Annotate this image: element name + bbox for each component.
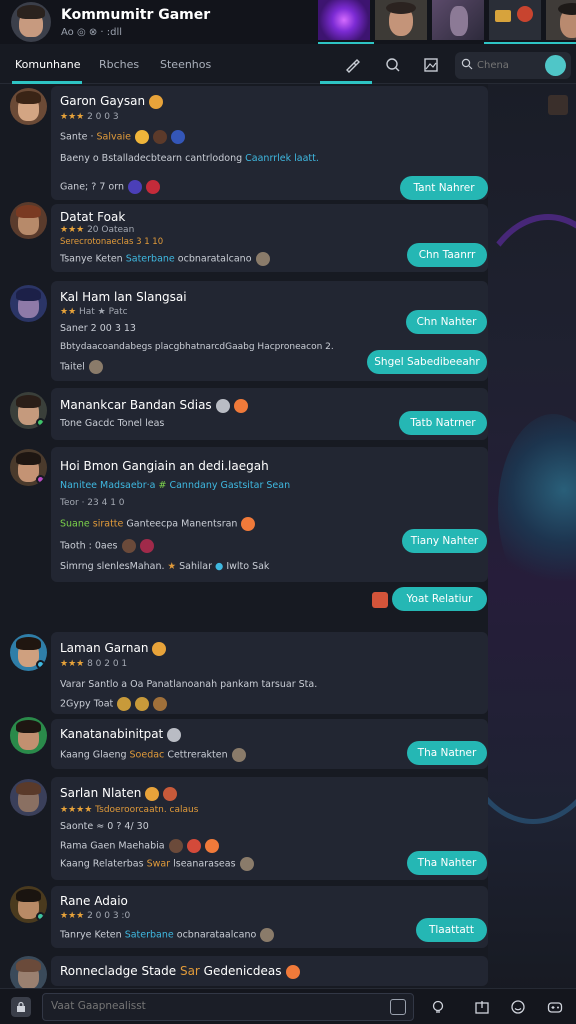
post-meta: Kaang Glaeng Soedac Cettrerakten xyxy=(60,748,246,762)
reply-button[interactable]: Tlaattatt xyxy=(416,918,487,942)
post-author: Garon Gaysan xyxy=(60,94,164,109)
post-body: Bbtydaacoandabegs placgbhatnarcdGaabg Ha… xyxy=(60,342,334,352)
post-rating: Teor · 23 4 1 0 xyxy=(60,498,125,508)
post-body: Rama Gaen Maehabia xyxy=(60,839,219,853)
post-author: Sarlan Nlaten xyxy=(60,786,178,801)
post-rating: ★★★ 2 0 0 3 :0 xyxy=(60,911,131,921)
post-body: Tanrye Keten Saterbane ocbnarataalcano xyxy=(60,928,275,942)
reply-button[interactable]: Chn Nahter xyxy=(406,310,487,334)
image-icon[interactable] xyxy=(417,53,445,77)
post-card: Laman Garnan ★★★ 8 0 2 0 1 Varar Santlo … xyxy=(51,632,488,714)
tab-steenhos[interactable]: Steenhos xyxy=(160,58,211,71)
post-rating: ★★★★ Tsdoeroorcaatn. calaus xyxy=(60,805,199,815)
post-meta: Saonte ≈ 0 ? 4/ 30 xyxy=(60,821,149,832)
side-avatar[interactable] xyxy=(548,95,568,115)
controller-icon[interactable] xyxy=(545,997,565,1017)
profile-avatar[interactable] xyxy=(545,55,566,76)
thumbnail-purple-energy[interactable] xyxy=(318,0,370,40)
post-body: Baeny o Bstalladecbtearn cantrlodong Caa… xyxy=(60,153,319,164)
share-icon[interactable] xyxy=(472,997,492,1017)
post-author: Kanatanabinitpat xyxy=(60,727,182,742)
avatar[interactable] xyxy=(10,285,47,322)
post-footer: Taitel xyxy=(60,360,103,374)
background-artwork xyxy=(488,84,576,994)
post-body: Suane siratte Ganteecpa Manentsran xyxy=(60,517,256,531)
app-status-line: Ao ◎ ⊗ · :dll xyxy=(61,26,123,38)
post-card: Ronnecladge Stade Sar Gedenicdeas xyxy=(51,956,488,986)
post-meta: Saner 2 00 3 13 xyxy=(60,323,136,334)
post-author: Hoi Bmon Gangiain an dedi.laegah xyxy=(60,459,269,473)
reply-button[interactable]: Tant Nahrer xyxy=(400,176,488,200)
app-header: Kommumitr Gamer Ao ◎ ⊗ · :dll xyxy=(0,0,576,44)
app-avatar[interactable] xyxy=(11,2,51,42)
app-title: Kommumitr Gamer xyxy=(61,6,211,23)
post-author: Kal Ham lan Slangsai xyxy=(60,290,187,304)
tab-active-indicator xyxy=(12,81,82,84)
post-meta: Sante · Salvaie xyxy=(60,130,185,144)
post-author: Datat Foak xyxy=(60,210,126,224)
post-footer: Kaang Relaterbas Swar lseanaraseas xyxy=(60,857,254,871)
tab-rbches[interactable]: Rbches xyxy=(99,58,139,71)
post-author: Manankcar Bandan Sdias xyxy=(60,398,248,413)
reply-button[interactable]: Tha Natner xyxy=(407,741,487,765)
thumbnail-armored-warrior[interactable] xyxy=(432,0,484,40)
avatar[interactable] xyxy=(10,717,47,754)
post-author: Rane Adaio xyxy=(60,894,128,908)
thumbnail-gadget-items[interactable] xyxy=(489,0,541,40)
tab-komunhane[interactable]: Komunhane xyxy=(15,58,81,71)
reply-button[interactable]: Yoat Relatiur xyxy=(392,587,487,611)
lock-icon[interactable] xyxy=(11,997,31,1017)
post-meta: Taoth : 0aes xyxy=(60,539,154,553)
avatar[interactable] xyxy=(10,449,47,486)
reply-button[interactable]: Tha Nahter xyxy=(407,851,487,875)
post-rating: ★★★ 20 Oatean xyxy=(60,225,135,235)
thumbnail-hero-portrait[interactable] xyxy=(375,0,427,40)
bottom-bar xyxy=(0,988,576,1024)
share-button[interactable]: Shgel Sabedibeeahr xyxy=(367,350,487,374)
post-author: Laman Garnan xyxy=(60,641,167,656)
post-rating: ★★★ 8 0 2 0 1 xyxy=(60,659,128,669)
post-tags: Nanitee Madsaebr·a # Canndany Gastsitar … xyxy=(60,480,291,491)
post-footer: Gane; ? 7 orn xyxy=(60,180,160,194)
post-rating: ★★★ 2 0 0 3 xyxy=(60,112,119,122)
message-composer[interactable] xyxy=(42,993,414,1021)
search-icon[interactable] xyxy=(379,53,407,77)
search-box[interactable] xyxy=(455,52,571,79)
reply-button[interactable]: Chn Taanrr xyxy=(407,243,487,267)
reply-button[interactable]: Tiany Nahter xyxy=(402,529,487,553)
brush-icon[interactable] xyxy=(338,53,366,77)
avatar[interactable] xyxy=(10,88,47,125)
message-input[interactable] xyxy=(51,1000,351,1012)
thumbnail-man-portrait[interactable] xyxy=(546,0,576,40)
emoji-icon[interactable] xyxy=(508,997,528,1017)
search-box-icon xyxy=(461,58,473,73)
tool-active-indicator xyxy=(320,81,372,84)
reply-button[interactable]: Tatb Natrner xyxy=(399,411,487,435)
attach-icon[interactable] xyxy=(390,999,406,1015)
post-meta: Serecrotonaeclas 3 1 10 xyxy=(60,237,164,247)
search-input[interactable] xyxy=(477,60,537,71)
post-rating: ★★ Hat ★ Patc xyxy=(60,307,128,317)
post-author: Ronnecladge Stade Sar Gedenicdeas xyxy=(60,964,300,979)
post-body: Varar Santlo a Oa Panatlanoanah pankam t… xyxy=(60,679,318,690)
idea-icon[interactable] xyxy=(428,997,448,1017)
post-body: Tsanye Keten Saterbane ocbnaratalcano xyxy=(60,252,270,266)
post-meta: 2Gypy Toat xyxy=(60,697,168,711)
avatar[interactable] xyxy=(10,392,47,429)
avatar[interactable] xyxy=(10,779,47,816)
post-footer: Simrng slenlesMahan. ★ Sahilar ● Iwlto S… xyxy=(60,561,270,572)
avatar[interactable] xyxy=(10,202,47,239)
post-card: Hoi Bmon Gangiain an dedi.laegah Nanitee… xyxy=(51,447,488,582)
thumbnail-strip xyxy=(318,0,576,42)
post-meta: Tone Gacdc Tonel leas xyxy=(60,418,165,429)
avatar[interactable] xyxy=(10,886,47,923)
avatar[interactable] xyxy=(10,634,47,671)
reaction-icon[interactable] xyxy=(372,592,388,608)
